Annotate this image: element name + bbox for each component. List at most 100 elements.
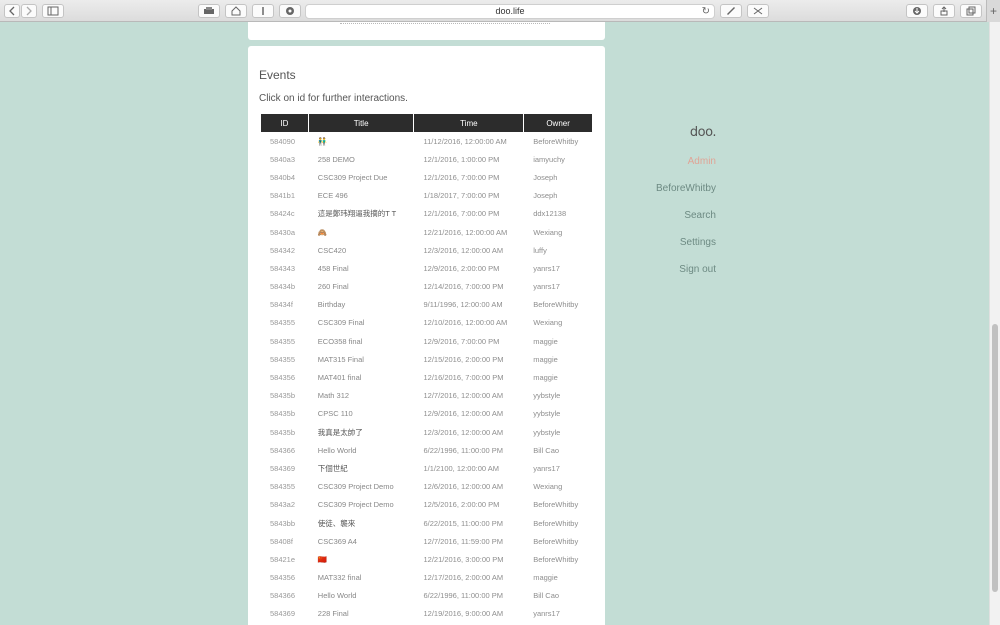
event-id-cell[interactable]: 584355 xyxy=(261,314,308,332)
event-time-cell: 1/1/2100, 12:00:00 AM xyxy=(423,463,499,473)
event-id-cell[interactable]: 584342 xyxy=(261,241,308,259)
event-id-cell[interactable]: 5840b4 xyxy=(261,168,308,186)
events-title: Events xyxy=(259,68,296,82)
event-id-cell[interactable]: 5840a3 xyxy=(261,150,308,168)
table-row: 58435b CPSC 110 12/9/2016, 12:00:00 AM yybs… xyxy=(261,405,592,423)
event-id-cell[interactable]: 58435b xyxy=(261,405,308,423)
address-bar[interactable]: doo.life ↻ xyxy=(305,4,715,19)
event-id-cell[interactable]: 584369 xyxy=(261,605,308,623)
event-title-cell: Birthday xyxy=(317,300,346,310)
event-owner-cell: Bill Cao xyxy=(533,591,560,601)
events-table-body: 584090 👬 11/12/2016, 12:00:00 AM BeforeWhit… xyxy=(261,132,592,623)
events-table: ID Title Time Owner 584090 👬 11/12/2016, 1… xyxy=(260,114,593,623)
back-icon[interactable] xyxy=(4,4,20,18)
event-title-cell: ECO358 final xyxy=(317,336,363,346)
event-id-cell[interactable]: 584355 xyxy=(261,478,308,496)
table-row: 584343 458 Final 12/9/2016, 2:00:00 PM yanr… xyxy=(261,259,592,277)
event-id-cell[interactable]: 58434b xyxy=(261,278,308,296)
event-id-cell[interactable]: 584090 xyxy=(261,132,308,150)
column-header-owner: Owner xyxy=(524,114,592,132)
event-time-cell: 12/9/2016, 12:00:00 AM xyxy=(423,409,504,419)
event-owner-cell: yybstyle xyxy=(533,427,561,437)
event-owner-cell: yybstyle xyxy=(533,409,561,419)
url-text: doo.life xyxy=(495,6,525,16)
event-owner-cell: BeforeWhitby xyxy=(533,536,579,546)
event-id-cell[interactable]: 58434f xyxy=(261,296,308,314)
table-row: 5840b4 CSC309 Project Due 12/1/2016, 7:00:… xyxy=(261,168,592,186)
event-title-cell: 這是鄭玮翔逼我摘的T T xyxy=(317,209,397,219)
event-owner-cell: Wexiang xyxy=(533,227,563,237)
event-id-cell[interactable]: 58435b xyxy=(261,423,308,441)
event-title-cell: 🇨🇳 xyxy=(317,554,328,564)
event-owner-cell: BeforeWhitby xyxy=(533,554,579,564)
new-tab-icon[interactable]: + xyxy=(986,0,1000,22)
event-time-cell: 11/12/2016, 12:00:00 AM xyxy=(423,136,507,146)
reload-icon[interactable]: ↻ xyxy=(702,5,710,18)
event-owner-cell: BeforeWhitby xyxy=(533,136,579,146)
event-time-cell: 12/1/2016, 1:00:00 PM xyxy=(423,154,500,164)
event-title-cell: CSC309 Project Demo xyxy=(317,500,394,510)
tabs-icon[interactable] xyxy=(960,4,982,18)
scrollbar-thumb[interactable] xyxy=(992,324,998,592)
table-row: 5840a3 258 DEMO 12/1/2016, 1:00:00 PM iamyu… xyxy=(261,150,592,168)
table-row: 58424c 這是鄭玮翔逼我摘的T T 12/1/2016, 7:00:00 PM d… xyxy=(261,205,592,223)
event-owner-cell: yanrs17 xyxy=(533,263,560,273)
privacy-icon[interactable] xyxy=(279,4,301,18)
event-id-cell[interactable]: 5843bb xyxy=(261,514,308,532)
share-icon[interactable] xyxy=(933,4,955,18)
event-id-cell[interactable]: 584356 xyxy=(261,368,308,386)
browser-toolbar: doo.life ↻ + xyxy=(0,0,1000,22)
event-title-cell: Hello World xyxy=(317,591,357,601)
print-icon[interactable] xyxy=(198,4,220,18)
event-time-cell: 6/22/1996, 11:00:00 PM xyxy=(423,591,503,601)
event-owner-cell: BeforeWhitby xyxy=(533,300,579,310)
download-icon[interactable] xyxy=(906,4,928,18)
event-id-cell[interactable]: 5841b1 xyxy=(261,187,308,205)
event-id-cell[interactable]: 584369 xyxy=(261,459,308,477)
table-row: 584355 ECO358 final 12/9/2016, 7:00:00 PM m… xyxy=(261,332,592,350)
event-id-cell[interactable]: 584355 xyxy=(261,350,308,368)
event-time-cell: 12/3/2016, 12:00:00 AM xyxy=(423,245,504,255)
event-owner-cell: Bill Cao xyxy=(533,445,560,455)
event-id-cell[interactable]: 5843a2 xyxy=(261,496,308,514)
nav-settings[interactable]: Settings xyxy=(640,237,716,248)
table-row: 5843a2 CSC309 Project Demo 12/5/2016, 2:00… xyxy=(261,496,592,514)
event-owner-cell: maggie xyxy=(533,354,558,364)
nav-sign-out[interactable]: Sign out xyxy=(640,264,716,275)
text-cursor-icon[interactable] xyxy=(252,4,274,18)
table-row: 58435b 我真是太帥了 12/3/2016, 12:00:00 AM yybsty… xyxy=(261,423,592,441)
event-time-cell: 12/7/2016, 12:00:00 AM xyxy=(423,391,504,401)
event-title-cell: Math 312 xyxy=(317,391,350,401)
event-id-cell[interactable]: 58424c xyxy=(261,205,308,223)
doo-logo[interactable]: doo. xyxy=(640,125,717,140)
markup-icon[interactable] xyxy=(720,4,742,18)
event-time-cell: 12/1/2016, 7:00:00 PM xyxy=(423,209,500,219)
event-time-cell: 12/5/2016, 2:00:00 PM xyxy=(423,500,500,510)
event-owner-cell: ddx12138 xyxy=(533,209,567,219)
event-id-cell[interactable]: 584356 xyxy=(261,569,308,587)
nav-admin[interactable]: Admin xyxy=(640,156,716,167)
event-title-cell: Hello World xyxy=(317,445,357,455)
column-header-time: Time xyxy=(414,114,524,132)
forward-icon[interactable] xyxy=(21,4,37,18)
sidebar-icon[interactable] xyxy=(42,4,64,18)
table-row: 584355 CSC309 Project Demo 12/6/2016, 12:0… xyxy=(261,478,592,496)
event-id-cell[interactable]: 58421e xyxy=(261,550,308,568)
event-id-cell[interactable]: 58435b xyxy=(261,387,308,405)
event-id-cell[interactable]: 58408f xyxy=(261,532,308,550)
event-id-cell[interactable]: 584366 xyxy=(261,587,308,605)
events-subtitle: Click on id for further interactions. xyxy=(259,93,408,104)
home-icon[interactable] xyxy=(225,4,247,18)
extension-icon[interactable] xyxy=(747,4,769,18)
nav-user-profile[interactable]: BeforeWhitby xyxy=(640,183,716,194)
table-row: 584355 CSC309 Final 12/10/2016, 12:00:00 A… xyxy=(261,314,592,332)
event-title-cell: 使徒、襲來 xyxy=(317,518,356,528)
event-id-cell[interactable]: 58430a xyxy=(261,223,308,241)
event-id-cell[interactable]: 584355 xyxy=(261,332,308,350)
event-id-cell[interactable]: 584366 xyxy=(261,441,308,459)
event-id-cell[interactable]: 584343 xyxy=(261,259,308,277)
nav-search[interactable]: Search xyxy=(640,210,716,221)
scrollbar[interactable] xyxy=(989,22,1000,625)
side-nav: doo. Admin BeforeWhitby Search Settings … xyxy=(640,125,717,275)
table-row: 584355 MAT315 Final 12/15/2016, 2:00:00 PM… xyxy=(261,350,592,368)
